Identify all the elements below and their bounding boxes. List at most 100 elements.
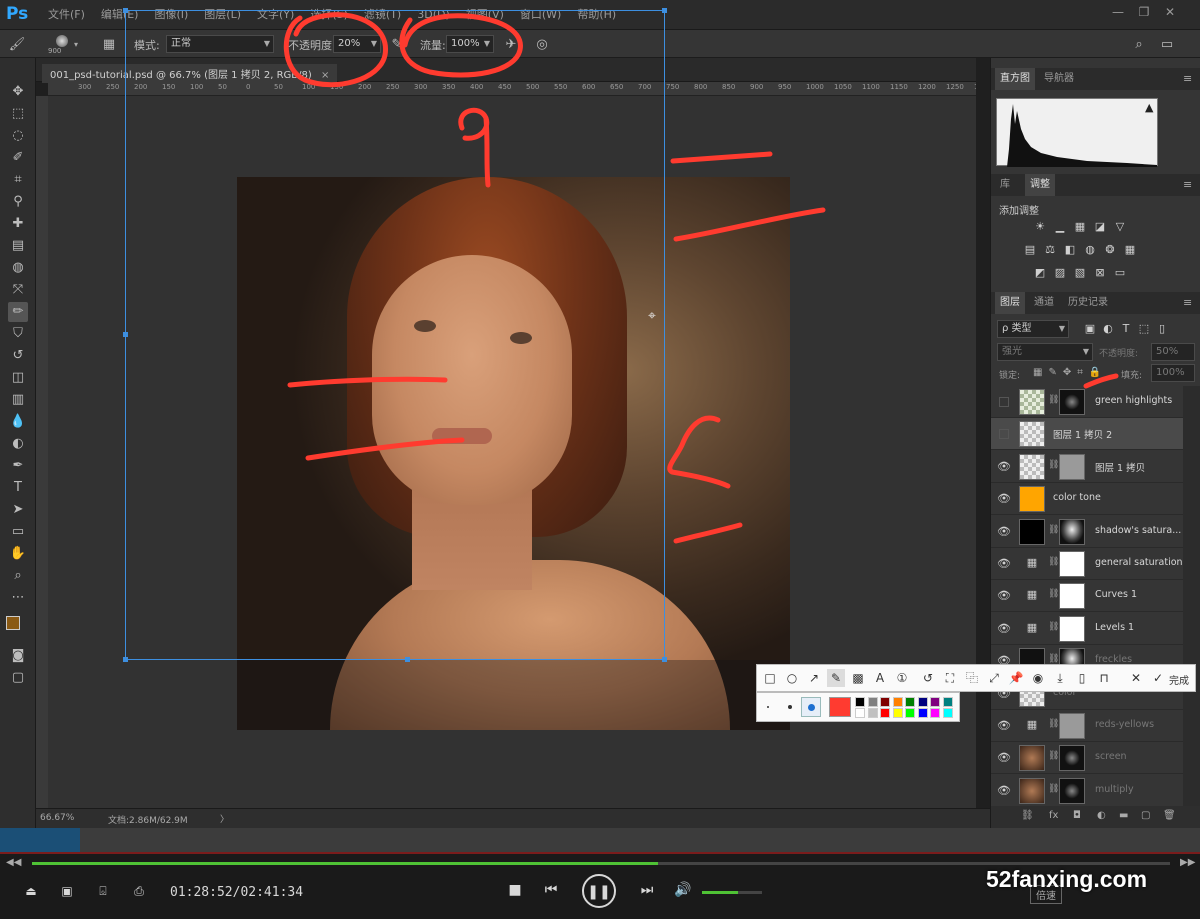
- rectangle-icon[interactable]: □: [761, 669, 779, 687]
- new-group-icon[interactable]: ▬: [1119, 810, 1128, 821]
- layer-row[interactable]: 👁 ▦ ⛓ Levels 1: [991, 612, 1183, 645]
- stamp-tool-icon[interactable]: ⛉: [8, 324, 28, 344]
- fx-icon[interactable]: fx: [1049, 810, 1058, 821]
- undo-icon[interactable]: ↺: [919, 669, 937, 687]
- mosaic-icon[interactable]: ▩: [849, 669, 867, 687]
- transform-handle[interactable]: [123, 332, 128, 337]
- palette-swatch[interactable]: [905, 697, 915, 707]
- palette-swatch[interactable]: [930, 697, 940, 707]
- transform-handle[interactable]: [123, 657, 128, 662]
- pen-tool-icon[interactable]: ✒: [8, 456, 28, 476]
- layer-row[interactable]: 👁 ▦ ⛓ Curves 1: [991, 580, 1183, 613]
- palette-swatch[interactable]: [867, 697, 878, 707]
- visibility-eye-icon[interactable]: 👁: [997, 557, 1011, 571]
- type-tool-icon[interactable]: T: [8, 478, 28, 498]
- pencil-icon[interactable]: ✎: [827, 669, 845, 687]
- number-icon[interactable]: ①: [893, 669, 911, 687]
- size-large-option[interactable]: [801, 697, 821, 717]
- subtitle-icon[interactable]: ⌺: [94, 884, 112, 899]
- link-icon[interactable]: ⛓: [1048, 395, 1059, 405]
- layer-row[interactable]: 图层 1 拷贝 2: [991, 418, 1183, 451]
- exposure-icon[interactable]: ◪: [1093, 220, 1107, 234]
- tab-navigator[interactable]: 导航器: [1039, 68, 1079, 90]
- layer-mask-thumbnail[interactable]: [1059, 389, 1085, 415]
- visibility-eye-icon[interactable]: 👁: [997, 492, 1011, 506]
- visibility-eye-icon[interactable]: 👁: [997, 460, 1011, 474]
- next-icon[interactable]: ⏭: [638, 882, 656, 898]
- ocr-icon[interactable]: ⛶: [941, 669, 959, 687]
- hue-sat-icon[interactable]: ▤: [1023, 243, 1037, 257]
- layer-row[interactable]: 👁 ▦ ⛓ reds-yellows: [991, 710, 1183, 742]
- visibility-eye-icon[interactable]: 👁: [997, 784, 1011, 798]
- bw-icon[interactable]: ◧: [1063, 243, 1077, 257]
- visibility-eye-icon[interactable]: 👁: [997, 525, 1011, 539]
- playlist-icon[interactable]: ▣: [58, 884, 76, 898]
- layer-filter-select[interactable]: ρ 类型 ▼: [997, 320, 1069, 338]
- link-icon[interactable]: ⛓: [1048, 751, 1059, 761]
- hand-tool-icon[interactable]: ✋: [8, 544, 28, 564]
- layer-mask-thumbnail[interactable]: [1059, 453, 1085, 480]
- palette-swatch[interactable]: [942, 708, 953, 718]
- link-icon[interactable]: ⛓: [1048, 622, 1059, 632]
- link-icon[interactable]: ⛓: [1048, 589, 1059, 599]
- adjustment-layer-icon[interactable]: ◐: [1097, 810, 1106, 821]
- lock-icons[interactable]: ▦✎✥⌗🔒: [1033, 367, 1107, 378]
- brush-tool-icon[interactable]: ✏: [8, 302, 28, 322]
- close-window-button[interactable]: ✕: [1160, 2, 1180, 22]
- zoom-tool-icon[interactable]: ⌕: [8, 566, 28, 586]
- fill-input[interactable]: 100%: [1151, 364, 1195, 382]
- layer-row[interactable]: 👁 ⛓ screen: [991, 742, 1183, 775]
- history-brush-tool-icon[interactable]: ↺: [8, 346, 28, 366]
- link-icon[interactable]: ⛓: [1048, 557, 1059, 567]
- size-small-dot[interactable]: [767, 706, 769, 708]
- eraser-tool-icon[interactable]: ◫: [8, 368, 28, 388]
- minimize-button[interactable]: —: [1108, 2, 1128, 22]
- palette-swatch[interactable]: [917, 697, 928, 707]
- link-icon[interactable]: ⛓: [1048, 784, 1059, 794]
- arrow-icon[interactable]: ↗: [805, 669, 823, 687]
- color-lookup-icon[interactable]: ▦: [1123, 243, 1137, 257]
- filter-adjust-icon[interactable]: ◐: [1101, 322, 1115, 336]
- eyedropper-tool-icon[interactable]: ⚲: [8, 192, 28, 212]
- layer-mask-thumbnail[interactable]: [1059, 615, 1085, 642]
- layer-row[interactable]: ⛓ green highlights: [991, 386, 1183, 418]
- translate-icon[interactable]: ⿻: [963, 669, 981, 687]
- link-icon[interactable]: ⛓: [1048, 719, 1059, 729]
- dodge-tool-icon[interactable]: ◐: [8, 434, 28, 454]
- palette-swatch[interactable]: [930, 708, 940, 718]
- layer-mask-thumbnail[interactable]: [1059, 777, 1085, 804]
- transform-handle[interactable]: [405, 657, 410, 662]
- quick-mask-icon[interactable]: ◙: [8, 646, 28, 666]
- menu-file[interactable]: 文件(F): [40, 0, 93, 30]
- redeye-tool-icon[interactable]: ◍: [8, 258, 28, 278]
- lasso-tool-icon[interactable]: ◌: [8, 126, 28, 146]
- text-icon[interactable]: A: [871, 669, 889, 687]
- brush-preset-picker[interactable]: 900 ▾: [44, 34, 80, 56]
- palette-swatch[interactable]: [905, 708, 915, 718]
- filter-pixel-icon[interactable]: ▣: [1083, 322, 1097, 336]
- invert-icon[interactable]: ◩: [1033, 266, 1047, 280]
- palette-swatch[interactable]: [855, 697, 865, 707]
- phone-icon[interactable]: ▯: [1073, 669, 1091, 687]
- screen-mode-icon[interactable]: ▢: [8, 668, 28, 688]
- layer-row[interactable]: 👁 ⛓ 图层 1 拷贝: [991, 450, 1183, 483]
- transform-handle[interactable]: [123, 8, 128, 13]
- size-medium-dot[interactable]: [788, 705, 792, 709]
- quick-select-tool-icon[interactable]: ✐: [8, 148, 28, 168]
- color-balance-icon[interactable]: ⚖: [1043, 243, 1057, 257]
- channel-mixer-icon[interactable]: ❂: [1103, 243, 1117, 257]
- selective-color-icon[interactable]: ⊠: [1093, 266, 1107, 280]
- cancel-icon[interactable]: ✕: [1127, 669, 1145, 687]
- brush-panel-icon[interactable]: ▦: [100, 36, 118, 54]
- warning-icon[interactable]: ▲: [1145, 101, 1153, 114]
- transform-handle[interactable]: [662, 657, 667, 662]
- photo-filter-icon[interactable]: ◍: [1083, 243, 1097, 257]
- foreground-color-swatch[interactable]: [6, 616, 20, 630]
- volume-track[interactable]: [702, 891, 762, 894]
- gradient-tool-icon[interactable]: ▥: [8, 390, 28, 410]
- link-icon[interactable]: ⛓: [1048, 460, 1059, 470]
- panel-menu-icon[interactable]: ≡: [1183, 178, 1192, 191]
- patch-tool-icon[interactable]: ▤: [8, 236, 28, 256]
- tab-histogram[interactable]: 直方图: [995, 68, 1035, 90]
- search-icon[interactable]: ⌕: [1130, 36, 1148, 54]
